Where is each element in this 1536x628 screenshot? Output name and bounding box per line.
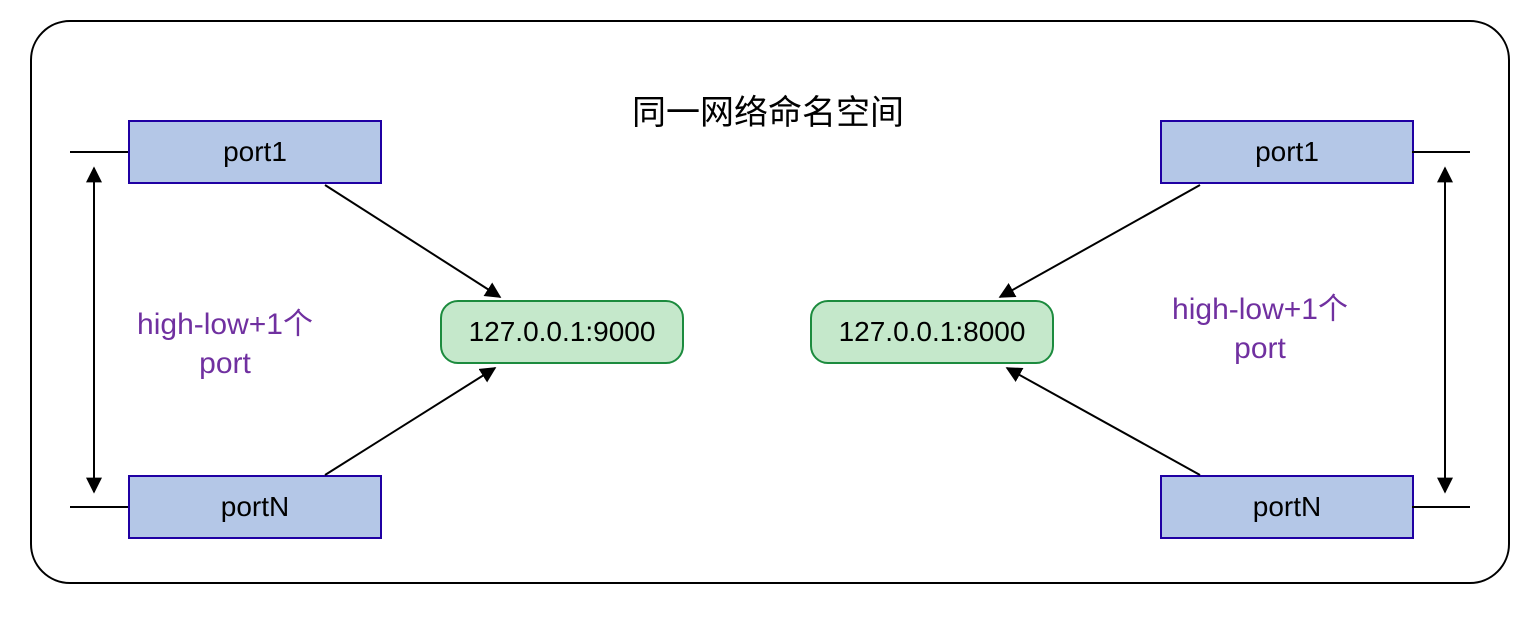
left-count-line2: port [199,347,251,380]
right-port-top: port1 [1160,120,1414,184]
right-ip-box: 127.0.0.1:8000 [810,300,1054,364]
right-count-label: high-low+1个 port [1135,290,1385,368]
left-port-top: port1 [128,120,382,184]
left-count-label: high-low+1个 port [100,305,350,383]
left-ip-box: 127.0.0.1:9000 [440,300,684,364]
right-count-line1: high-low+1个 [1172,293,1348,326]
diagram-stage: 同一网络命名空间 port1 portN 127.0.0.1:9000 high… [0,0,1536,628]
right-count-line2: port [1234,332,1286,365]
left-port-bottom: portN [128,475,382,539]
right-port-bottom: portN [1160,475,1414,539]
left-count-line1: high-low+1个 [137,308,313,341]
